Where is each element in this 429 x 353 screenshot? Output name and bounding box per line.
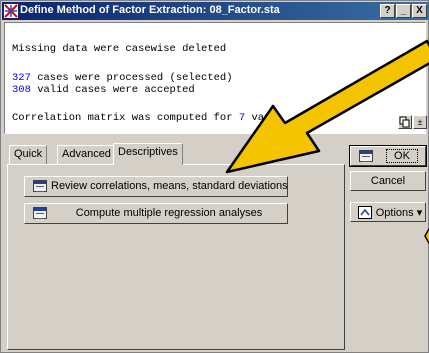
tab-descriptives[interactable]: Descriptives [113, 143, 183, 165]
tab-label: Descriptives [118, 146, 178, 158]
annotation-arrow-tip-icon [424, 227, 429, 245]
dialog-window: Define Method of Factor Extraction: 08_F… [0, 0, 429, 353]
